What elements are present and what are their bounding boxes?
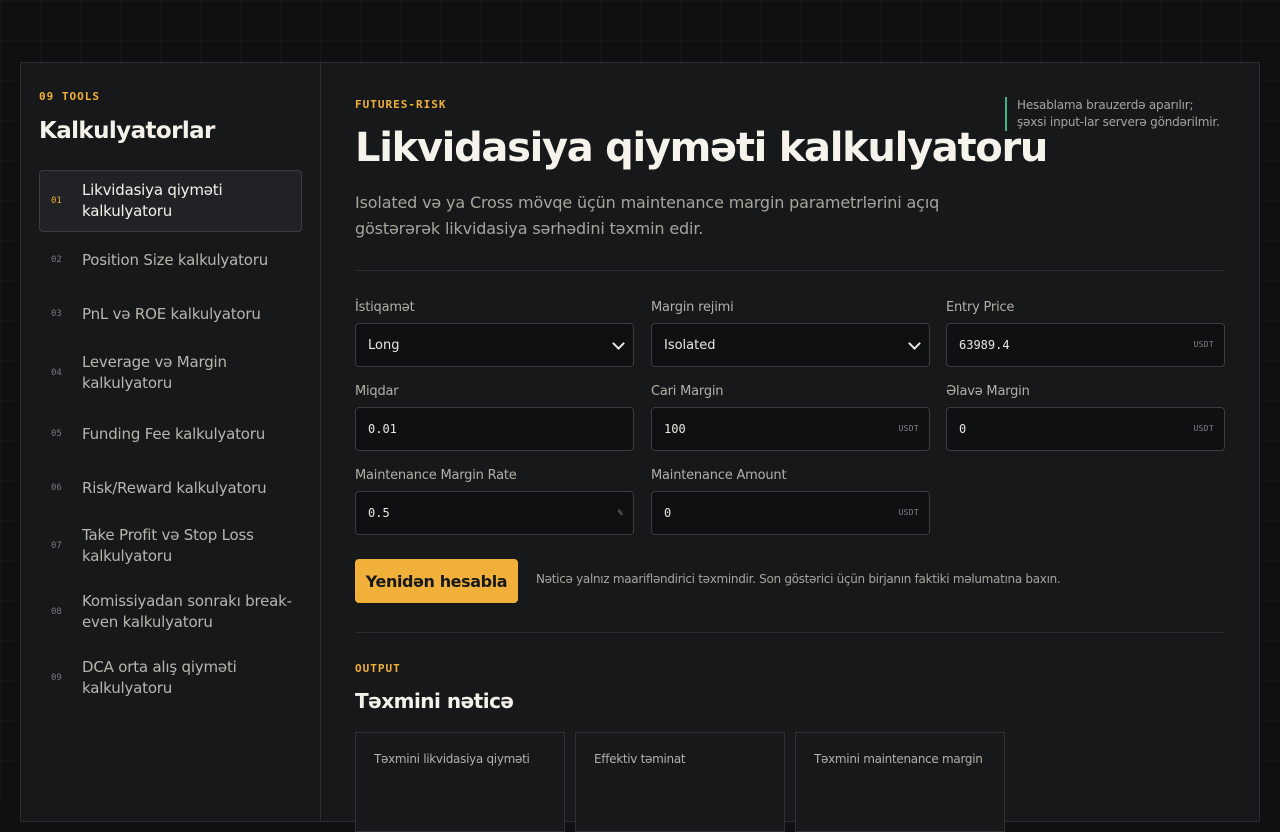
nav-item-tp-sl[interactable]: 07 Take Profit vә Stop Loss kalkulyatoru bbox=[39, 518, 302, 574]
additional-margin-unit: USDT bbox=[1193, 424, 1214, 433]
sidebar: 09 TOOLS Kalkulyatorlar 01 Likvidasiya q… bbox=[21, 63, 321, 821]
output-title: Tәxmini nәticә bbox=[355, 689, 514, 713]
nav-item-pnl-roe[interactable]: 03 PnL vә ROE kalkulyatoru bbox=[39, 294, 302, 334]
page-subtitle: Isolated vә ya Cross mövqe üçün maintena… bbox=[355, 193, 940, 238]
margin-mode-select[interactable]: Isolated bbox=[651, 323, 930, 367]
nav-item-label: Likvidasiya qiymәti kalkulyatoru bbox=[82, 181, 223, 220]
quantity-label: Miqdar bbox=[355, 384, 399, 399]
direction-select-value: Long bbox=[368, 337, 400, 353]
nav-item-number: 09 bbox=[51, 673, 62, 683]
nav-item-label: Position Size kalkulyatoru bbox=[82, 250, 269, 269]
margin-mode-field: Margin rejimi Isolated bbox=[651, 300, 930, 367]
nav-item-label: Komissiyadan sonrakı break-even kalkulya… bbox=[82, 592, 292, 631]
entry-price-unit: USDT bbox=[1193, 340, 1214, 349]
nav-item-leverage-margin[interactable]: 04 Leverage vә Margin kalkulyatoru bbox=[39, 345, 302, 401]
divider bbox=[355, 270, 1225, 271]
mm-amount-field: Maintenance Amount USDT bbox=[651, 468, 930, 535]
nav-item-label: Funding Fee kalkulyatoru bbox=[82, 424, 266, 443]
result-card-effective-collateral: Effektiv tәminat bbox=[575, 732, 785, 832]
additional-margin-label: Әlavә Margin bbox=[946, 384, 1030, 399]
result-card-label: Tәxmini maintenance margin bbox=[814, 752, 983, 766]
recalculate-button[interactable]: Yenidәn hesabla bbox=[355, 559, 518, 603]
quantity-input[interactable] bbox=[356, 408, 633, 450]
direction-select[interactable]: Long bbox=[355, 323, 634, 367]
nav-item-number: 07 bbox=[51, 541, 62, 551]
nav-item-label: DCA orta alış qiymәti kalkulyatoru bbox=[82, 658, 237, 697]
nav-item-number: 06 bbox=[51, 483, 62, 493]
nav-item-label: Leverage vә Margin kalkulyatoru bbox=[82, 353, 227, 392]
page-title: Likvidasiya qiymәti kalkulyatoru bbox=[355, 125, 1048, 171]
result-card-maintenance-margin: Tәxmini maintenance margin bbox=[795, 732, 1005, 832]
mm-amount-label: Maintenance Amount bbox=[651, 468, 787, 483]
additional-margin-box: USDT bbox=[946, 407, 1225, 451]
divider bbox=[355, 632, 1225, 633]
chevron-down-icon bbox=[612, 336, 625, 350]
mm-rate-box: % bbox=[355, 491, 634, 535]
nav-item-label: Risk/Reward kalkulyatoru bbox=[82, 478, 267, 497]
result-card-label: Effektiv tәminat bbox=[594, 752, 686, 766]
app-frame: 09 TOOLS Kalkulyatorlar 01 Likvidasiya q… bbox=[20, 62, 1260, 832]
sidebar-kicker: 09 TOOLS bbox=[39, 90, 100, 103]
nav-item-funding-fee[interactable]: 05 Funding Fee kalkulyatoru bbox=[39, 414, 302, 454]
disclaimer-text: Nәticә yalnız maariflәndirici tәxmindir.… bbox=[536, 572, 1061, 586]
mm-rate-label: Maintenance Margin Rate bbox=[355, 468, 517, 483]
nav-item-break-even[interactable]: 08 Komissiyadan sonrakı break-even kalku… bbox=[39, 584, 302, 640]
nav-item-position-size[interactable]: 02 Position Size kalkulyatoru bbox=[39, 240, 302, 280]
entry-price-box: USDT bbox=[946, 323, 1225, 367]
additional-margin-input[interactable] bbox=[947, 408, 1224, 450]
nav-item-risk-reward[interactable]: 06 Risk/Reward kalkulyatoru bbox=[39, 468, 302, 508]
nav-item-number: 02 bbox=[51, 255, 62, 265]
direction-label: İstiqamәt bbox=[355, 300, 415, 315]
sidebar-title: Kalkulyatorlar bbox=[39, 118, 215, 144]
current-margin-unit: USDT bbox=[898, 424, 919, 433]
entry-price-label: Entry Price bbox=[946, 300, 1015, 315]
chevron-down-icon bbox=[908, 336, 921, 350]
nav-item-number: 05 bbox=[51, 429, 62, 439]
main-content: FUTURES-RISK Likvidasiya qiymәti kalkuly… bbox=[355, 63, 1225, 832]
entry-price-input[interactable] bbox=[947, 324, 1224, 366]
mm-rate-unit: % bbox=[617, 508, 623, 517]
section-kicker: FUTURES-RISK bbox=[355, 98, 447, 111]
additional-margin-field: Әlavә Margin USDT bbox=[946, 384, 1225, 451]
current-margin-field: Cari Margin USDT bbox=[651, 384, 930, 451]
mm-amount-unit: USDT bbox=[898, 508, 919, 517]
margin-mode-select-value: Isolated bbox=[664, 337, 716, 353]
result-card-label: Tәxmini likvidasiya qiymәti bbox=[374, 752, 530, 766]
nav-item-number: 03 bbox=[51, 309, 62, 319]
mm-amount-box: USDT bbox=[651, 491, 930, 535]
result-card-liquidation-price: Tәxmini likvidasiya qiymәti bbox=[355, 732, 565, 832]
nav-item-number: 04 bbox=[51, 368, 62, 378]
current-margin-label: Cari Margin bbox=[651, 384, 724, 399]
nav-item-label: Take Profit vә Stop Loss kalkulyatoru bbox=[82, 526, 254, 565]
nav-item-liquidation[interactable]: 01 Likvidasiya qiymәti kalkulyatoru bbox=[39, 170, 302, 232]
entry-price-field: Entry Price USDT bbox=[946, 300, 1225, 367]
mm-rate-input[interactable] bbox=[356, 492, 633, 534]
nav-item-label: PnL vә ROE kalkulyatoru bbox=[82, 304, 261, 323]
nav-item-number: 08 bbox=[51, 607, 62, 617]
privacy-note: Hesablama brauzerdә aparılır; şәxsi inpu… bbox=[1005, 97, 1225, 131]
nav-item-number: 01 bbox=[51, 196, 62, 206]
current-margin-box: USDT bbox=[651, 407, 930, 451]
quantity-field: Miqdar bbox=[355, 384, 634, 451]
nav-item-dca[interactable]: 09 DCA orta alış qiymәti kalkulyatoru bbox=[39, 650, 302, 706]
output-kicker: OUTPUT bbox=[355, 662, 401, 675]
mm-amount-input[interactable] bbox=[652, 492, 929, 534]
margin-mode-label: Margin rejimi bbox=[651, 300, 734, 315]
mm-rate-field: Maintenance Margin Rate % bbox=[355, 468, 634, 535]
quantity-box bbox=[355, 407, 634, 451]
current-margin-input[interactable] bbox=[652, 408, 929, 450]
direction-field: İstiqamәt Long bbox=[355, 300, 634, 367]
